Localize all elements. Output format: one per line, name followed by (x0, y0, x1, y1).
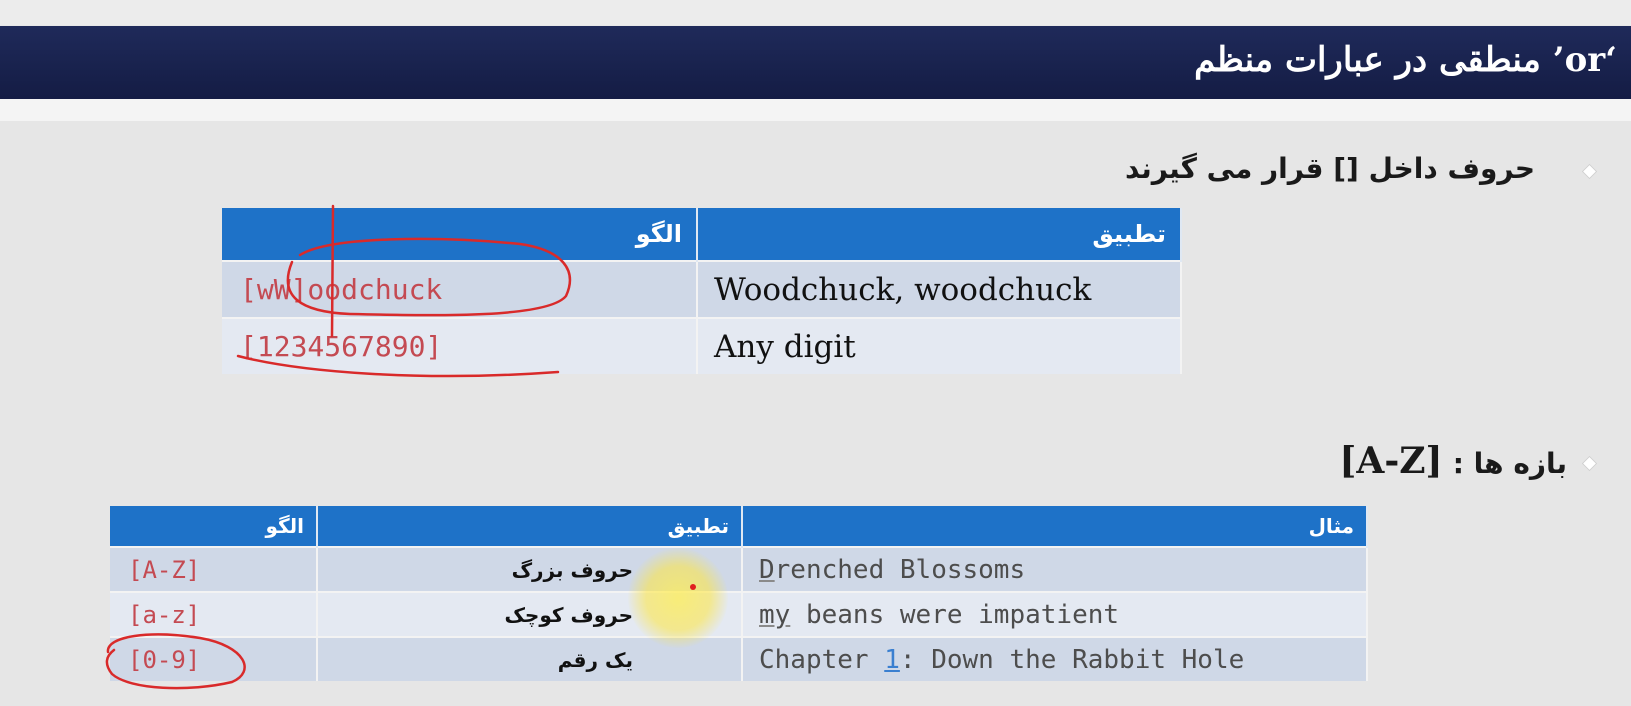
header-match: تطبیق (697, 208, 1182, 261)
example-rest: : Down the Rabbit Hole (899, 644, 1245, 675)
bullet-diamond-icon (1581, 455, 1598, 472)
example-cell: Drenched Blossoms (742, 546, 1368, 592)
slide-title-bar: ‘or’ منطقی در عبارات منظم (0, 26, 1631, 99)
pattern-cell: [0-9] (110, 636, 318, 681)
slide-title: ‘or’ منطقی در عبارات منظم (1194, 40, 1617, 80)
range-example: [A-Z] (1339, 440, 1443, 482)
table-row: [a-z] حروف کوچک my beans were impatient (110, 591, 1368, 637)
table-header-row: الگو تطبیق (222, 208, 1182, 261)
match-highlight: my (759, 599, 791, 630)
match-cell: Any digit (697, 317, 1182, 374)
cursor-pointer-icon (690, 584, 696, 590)
table-row: [0-9] یک رقم Chapter 1: Down the Rabbit … (110, 636, 1368, 681)
title-divider (0, 99, 1631, 121)
section1-heading: حروف داخل [] قرار می گیرند (1125, 152, 1535, 185)
example-rest: Chapter (759, 644, 885, 675)
top-strip (0, 0, 1631, 26)
pattern-cell: [a-z] (110, 591, 318, 637)
table-header-row: الگو تطبیق مثال (110, 506, 1368, 547)
section2-heading: بازه ها : [A-Z] (1339, 440, 1567, 482)
match-highlight: 1 (884, 644, 900, 675)
pattern-cell: [A-Z] (110, 546, 318, 592)
ranges-label: بازه ها : (1452, 447, 1567, 480)
cursor-highlight (628, 548, 728, 648)
header-pattern: الگو (222, 208, 698, 261)
table-row: [wW]oodchuck Woodchuck, woodchuck (222, 260, 1182, 318)
header-meaning: تطبیق (317, 506, 743, 547)
match-highlight: D (759, 554, 775, 585)
pattern-cell: [wW]oodchuck (222, 260, 698, 318)
pattern-cell: [1234567890] (222, 317, 698, 374)
table-row: [1234567890] Any digit (222, 317, 1182, 374)
table-row: [A-Z] حروف بزرگ Drenched Blossoms (110, 546, 1368, 592)
example-rest: beans were impatient (790, 599, 1120, 630)
header-example: مثال (742, 506, 1368, 547)
example-cell: my beans were impatient (742, 591, 1368, 637)
range-pattern-table: الگو تطبیق مثال [A-Z] حروف بزرگ Drenched… (110, 506, 1368, 681)
header-pattern: الگو (110, 506, 318, 547)
example-cell: Chapter 1: Down the Rabbit Hole (742, 636, 1368, 681)
example-rest: renched Blossoms (774, 554, 1026, 585)
match-cell: Woodchuck, woodchuck (697, 260, 1182, 318)
bullet-diamond-icon (1581, 163, 1598, 180)
bracket-pattern-table: الگو تطبیق [wW]oodchuck Woodchuck, woodc… (222, 208, 1182, 374)
